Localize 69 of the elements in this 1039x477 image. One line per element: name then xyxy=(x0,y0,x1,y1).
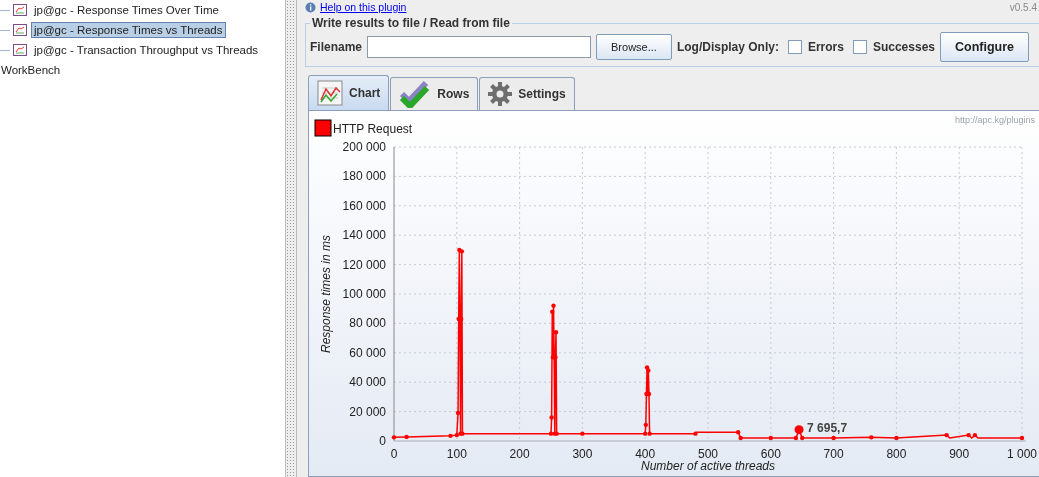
x-tick-label: 800 xyxy=(886,447,907,461)
y-tick-label: 80 000 xyxy=(349,316,386,331)
y-tick-label: 40 000 xyxy=(349,375,386,390)
x-tick-label: 600 xyxy=(760,447,781,461)
tab[interactable]: Settings xyxy=(479,77,575,110)
point-value-label: 7 695,7 xyxy=(807,420,848,435)
chart-watermark: http://apc.kg/plugins xyxy=(954,115,1035,125)
data-point xyxy=(404,434,409,440)
tab[interactable]: Rows xyxy=(390,77,479,110)
x-tick-label: 400 xyxy=(635,447,656,461)
x-tick-label: 900 xyxy=(949,447,970,461)
x-tick-label: 100 xyxy=(446,447,467,461)
x-tick-label: 700 xyxy=(823,447,844,461)
chart-icon xyxy=(13,44,27,56)
tree-item[interactable]: WorkBench xyxy=(1,64,61,76)
chart-icon xyxy=(13,24,27,36)
x-tick-label: 300 xyxy=(572,447,593,461)
tree-item[interactable]: jp@gc - Transaction Throughput vs Threads xyxy=(31,42,262,58)
data-point xyxy=(553,330,559,335)
checkmark-icon xyxy=(399,80,432,108)
filename-field[interactable] xyxy=(367,36,592,58)
chart-icon xyxy=(13,4,27,16)
info-icon xyxy=(305,1,316,13)
y-tick-label: 140 000 xyxy=(342,228,386,243)
y-tick-label: 160 000 xyxy=(342,198,386,213)
x-tick-label: 0 xyxy=(390,447,398,461)
y-tick-label: 180 000 xyxy=(342,169,386,184)
y-tick-label: 60 000 xyxy=(349,345,386,360)
data-point xyxy=(944,432,949,438)
tree-item[interactable]: jp@gc - Response Times Over Time xyxy=(31,2,222,18)
data-point xyxy=(693,431,698,436)
data-point xyxy=(391,435,397,440)
data-point xyxy=(580,431,585,436)
y-tick-label: 120 000 xyxy=(342,257,386,272)
y-tick-label: 0 xyxy=(379,434,386,448)
x-tick-label: 500 xyxy=(698,447,718,461)
gear-icon xyxy=(488,82,513,106)
tab[interactable]: Chart xyxy=(308,75,390,110)
line-chart-icon xyxy=(317,80,343,106)
legend-label: HTTP Request xyxy=(333,122,413,136)
splitter[interactable] xyxy=(285,0,297,477)
data-point xyxy=(831,435,836,441)
y-axis-title: Response times in ms xyxy=(319,235,333,353)
highlighted-point xyxy=(794,425,804,435)
y-tick-label: 200 000 xyxy=(342,140,386,154)
tree-item[interactable]: jp@gc - Response Times vs Threads xyxy=(31,22,226,38)
checkbox-label: Errors xyxy=(807,40,844,54)
x-axis-title: Number of active threads xyxy=(640,459,776,473)
x-tick-label: 200 xyxy=(509,447,530,461)
y-tick-label: 20 000 xyxy=(349,404,386,419)
filename-label: Filename xyxy=(310,40,363,54)
data-point xyxy=(549,415,554,420)
data-point xyxy=(1019,435,1025,441)
y-tick-label: 100 000 xyxy=(342,287,386,301)
checkbox-label: Successes xyxy=(872,40,935,54)
checkbox[interactable] xyxy=(852,40,867,54)
panel-title: Write results to file / Read from file xyxy=(311,16,511,30)
help-link[interactable]: Help on this plugin xyxy=(320,1,407,13)
configure-button[interactable]: Configure xyxy=(940,32,1030,62)
log-display-label: Log/Display Only: xyxy=(676,40,779,54)
version-label: v0.5.4 xyxy=(1009,1,1038,13)
data-point xyxy=(643,422,649,428)
checkbox[interactable] xyxy=(787,40,802,54)
browse-button[interactable]: Browse... xyxy=(596,34,672,60)
data-point xyxy=(869,435,874,440)
x-tick-label: 1 000 xyxy=(1007,447,1037,461)
data-point xyxy=(768,435,773,441)
data-point xyxy=(894,435,899,441)
data-point xyxy=(455,410,461,416)
